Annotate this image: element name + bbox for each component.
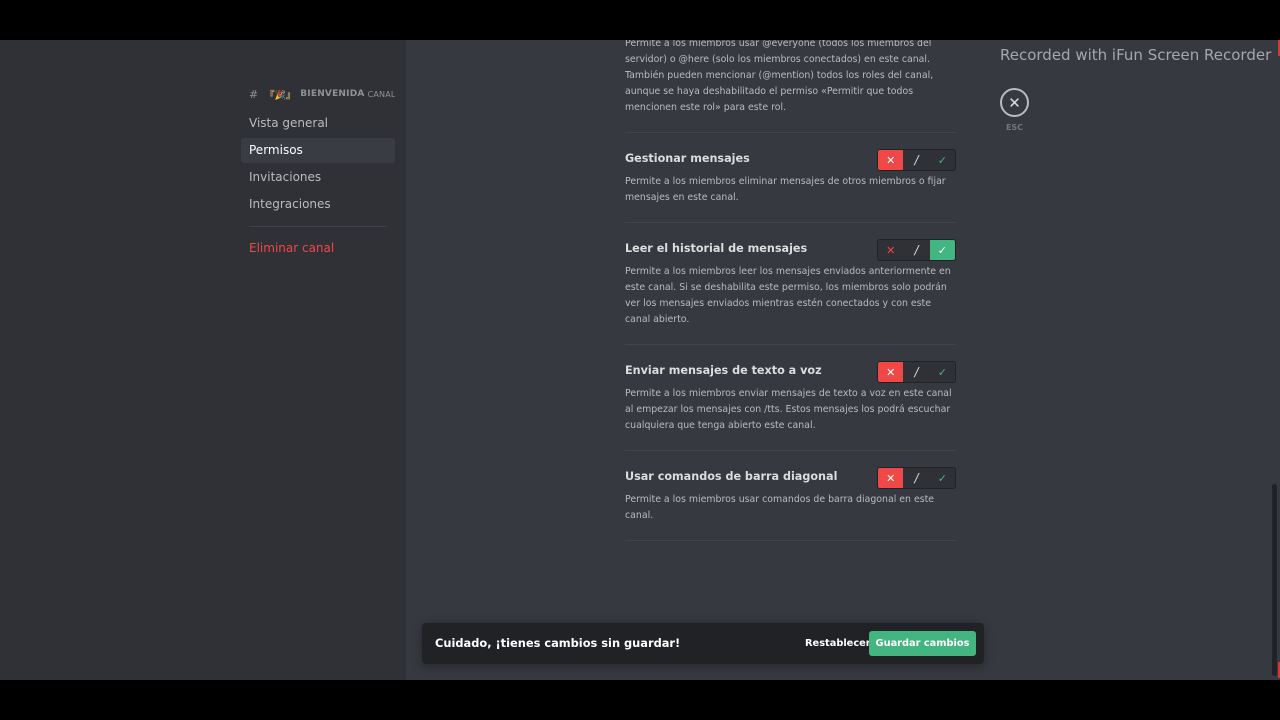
sidebar-item-overview[interactable]: Vista general: [241, 111, 395, 136]
neutral-slash-icon[interactable]: /: [903, 240, 929, 260]
close-icon[interactable]: ✕: [1000, 88, 1029, 117]
allow-check-icon[interactable]: ✓: [929, 240, 955, 260]
sidebar-item-integrations[interactable]: Integraciones: [241, 192, 395, 217]
unsaved-changes-message: Cuidado, ¡tienes cambios sin guardar!: [435, 636, 681, 650]
list-divider: [625, 540, 956, 541]
hash-icon: #: [249, 87, 259, 101]
permission-toggle: ✕ / ✓: [877, 361, 956, 383]
deny-x-icon[interactable]: ✕: [878, 362, 904, 382]
channel-name-suffix: CANAL...: [367, 89, 395, 99]
permission-toggle: ✕ / ✓: [877, 467, 956, 489]
neutral-slash-icon[interactable]: /: [903, 362, 929, 382]
deny-x-icon[interactable]: ✕: [878, 468, 904, 488]
permission-description: Permite a los miembros leer los mensajes…: [625, 266, 951, 325]
sidebar-item-permissions[interactable]: Permisos: [241, 138, 395, 163]
permission-toggle: ✕ / ✓: [877, 149, 956, 171]
channel-name: BIENVENIDA: [300, 89, 365, 99]
sidebar-item-invites[interactable]: Invitaciones: [241, 165, 395, 190]
deny-x-icon[interactable]: ✕: [878, 240, 903, 260]
settings-window: # 『🎉』 BIENVENIDA CANAL... Vista general …: [0, 40, 1280, 680]
permission-description: Permite a los miembros enviar mensajes d…: [625, 388, 952, 431]
reset-button[interactable]: Restablecer: [805, 631, 871, 656]
permission-description: Permite a los miembros eliminar mensajes…: [625, 176, 946, 203]
neutral-slash-icon[interactable]: /: [903, 150, 929, 170]
permissions-list: Permite a los miembros usar @everyone (t…: [625, 40, 956, 541]
permission-read-history: Leer el historial de mensajes ✕ / ✓ Perm…: [625, 222, 956, 344]
permission-toggle: ✕ / ✓: [877, 239, 956, 261]
unsaved-changes-bar: Cuidado, ¡tienes cambios sin guardar! Re…: [422, 623, 984, 664]
settings-sidebar: # 『🎉』 BIENVENIDA CANAL... Vista general …: [0, 40, 406, 680]
permission-manage-messages: Gestionar mensajes ✕ / ✓ Permite a los m…: [625, 132, 956, 222]
permission-send-tts: Enviar mensajes de texto a voz ✕ / ✓ Per…: [625, 344, 956, 450]
save-changes-button[interactable]: Guardar cambios: [869, 631, 976, 656]
channel-emoji: 『🎉』: [265, 90, 296, 101]
neutral-slash-icon[interactable]: /: [903, 468, 929, 488]
sidebar-divider: [249, 226, 387, 227]
allow-check-icon[interactable]: ✓: [930, 362, 955, 382]
permission-slash-commands: Usar comandos de barra diagonal ✕ / ✓ Pe…: [625, 450, 956, 540]
close-settings: ✕ ESC: [1000, 88, 1029, 132]
permission-description: Permite a los miembros usar comandos de …: [625, 494, 935, 521]
mention-everyone-description: Permite a los miembros usar @everyone (t…: [625, 40, 934, 113]
allow-check-icon[interactable]: ✓: [930, 468, 955, 488]
recorder-watermark: Recorded with iFun Screen Recorder: [1000, 46, 1272, 64]
deny-x-icon[interactable]: ✕: [878, 150, 904, 170]
scrollbar-thumb[interactable]: [1272, 484, 1277, 676]
delete-channel-button[interactable]: Eliminar canal: [241, 236, 395, 261]
esc-label: ESC: [1005, 123, 1024, 132]
allow-check-icon[interactable]: ✓: [930, 150, 955, 170]
channel-header: # 『🎉』 BIENVENIDA CANAL...: [241, 86, 395, 102]
sidebar-nav: # 『🎉』 BIENVENIDA CANAL... Vista general …: [241, 86, 395, 261]
